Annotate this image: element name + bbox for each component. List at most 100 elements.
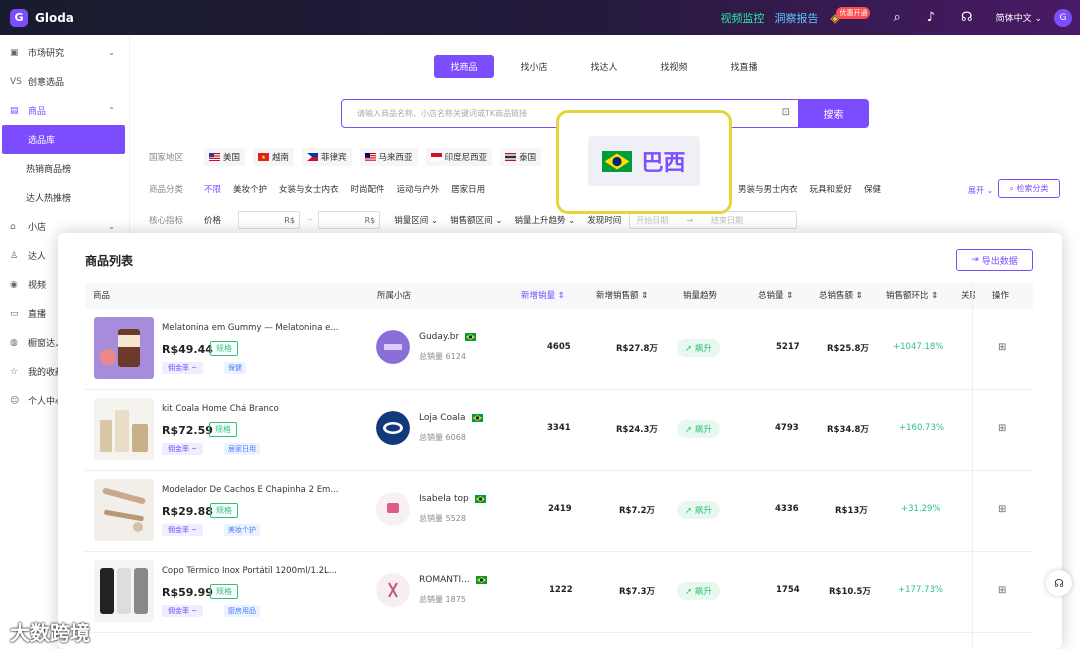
table-row[interactable]: kit Coala Home Chá Branco R$72.59 规格 佣金率…: [85, 390, 1033, 471]
shop-logo[interactable]: [376, 330, 410, 364]
shop-logo[interactable]: [376, 573, 410, 607]
category-home[interactable]: 居家日用: [451, 180, 485, 198]
commission-tag: 佣金率 ~: [162, 524, 204, 536]
category-fashion-accessories[interactable]: 时尚配件: [351, 180, 385, 198]
col-new-revenue[interactable]: 新增销售额 ⇕: [596, 283, 648, 309]
product-image[interactable]: [94, 317, 154, 379]
product-name[interactable]: Copo Térmico Inox Portátil 1200ml/1.2L..…: [162, 566, 362, 576]
spec-button[interactable]: 规格: [210, 503, 238, 518]
sales-trend-badge: ➚ 飙升: [677, 420, 720, 438]
revenue-ring: +177.73%: [898, 585, 943, 595]
country-us[interactable]: 美国: [204, 148, 246, 166]
user-icon: ♙: [10, 250, 19, 261]
expand-categories-button[interactable]: 展开 ⌄: [968, 185, 993, 196]
detail-icon[interactable]: ⊞: [998, 504, 1006, 515]
category-all[interactable]: 不限: [204, 180, 221, 198]
headset-icon[interactable]: ☊: [961, 10, 973, 25]
country-filter-label: 国家地区: [149, 153, 184, 163]
detail-icon[interactable]: ⊞: [998, 585, 1006, 596]
product-list-card: 商品列表 ⇥ 导出数据 商品 所属小店 新增销量 ⇕ 新增销售额 ⇕ 销量趋势 …: [58, 233, 1062, 649]
shop-name[interactable]: Guday.br: [419, 332, 477, 342]
trend-up-icon: ➚: [685, 425, 695, 435]
table-row[interactable]: Modelador De Cachos E Chapinha 2 Em... R…: [85, 471, 1033, 552]
tiktok-icon[interactable]: ♪: [927, 10, 935, 25]
spec-button[interactable]: 规格: [210, 341, 238, 356]
tab-find-shop[interactable]: 找小店: [504, 55, 564, 78]
watermark: 大数跨境: [10, 621, 90, 645]
col-total-revenue[interactable]: 总销售额 ⇕: [819, 283, 863, 309]
product-image[interactable]: [94, 398, 154, 460]
col-revenue-ring[interactable]: 销售额环比 ⇕: [886, 283, 938, 309]
country-my[interactable]: 马来西亚: [359, 148, 418, 166]
country-ph[interactable]: 菲律宾: [302, 148, 352, 166]
shop-logo[interactable]: [376, 492, 410, 526]
product-image[interactable]: [94, 479, 154, 541]
sidebar-item-product[interactable]: ▤ 商品 ⌃: [0, 96, 129, 125]
category-health[interactable]: 保健: [864, 180, 881, 198]
sidebar-item-market-research[interactable]: ▣ 市场研究 ⌄: [0, 38, 129, 67]
detail-icon[interactable]: ⊞: [998, 423, 1006, 434]
sidebar-item-product-library[interactable]: 选品库: [2, 125, 125, 154]
price-max-input[interactable]: R$: [318, 211, 381, 229]
country-brazil-chip[interactable]: 巴西: [588, 136, 700, 186]
country-id[interactable]: 印度尼西亚: [425, 148, 493, 166]
category-sports-outdoor[interactable]: 运动与户外: [397, 180, 440, 198]
col-shop: 所属小店: [377, 291, 412, 301]
promo-button[interactable]: ◈ 优惠开通: [830, 6, 871, 28]
table-row[interactable]: Melatonina em Gummy — Melatonina e... R$…: [85, 309, 1033, 390]
logo-text: Gloda: [35, 10, 74, 25]
th-flag-icon: [505, 153, 517, 161]
shop-logo[interactable]: [376, 411, 410, 445]
avatar[interactable]: G: [1054, 8, 1072, 27]
category-beauty[interactable]: 美妆个护: [233, 180, 267, 198]
category-tag: 美妆个护: [224, 524, 260, 536]
video-icon: ◉: [10, 279, 18, 290]
search-category-button[interactable]: ⌕ 检索分类: [998, 179, 1060, 198]
search-button[interactable]: 搜索: [798, 99, 869, 128]
shop-name[interactable]: Isabela top: [419, 494, 486, 504]
category-filter-label: 商品分类: [149, 185, 184, 195]
brazil-flag-icon: [465, 332, 477, 341]
category-toys[interactable]: 玩具和爱好: [810, 180, 853, 198]
country-th[interactable]: 泰国: [500, 148, 542, 166]
sidebar-item-creative[interactable]: VS 创意选品: [0, 67, 129, 96]
revenue-range-select[interactable]: 销售额区间 ⌄: [450, 211, 502, 229]
table-row[interactable]: Copo Térmico Inox Portátil 1200ml/1.2L..…: [85, 552, 1033, 633]
video-monitor-link[interactable]: 视频监控: [720, 10, 764, 26]
tab-find-live[interactable]: 找直播: [714, 55, 774, 78]
category-filter: 商品分类 不限 美妆个护 女装与女士内衣 时尚配件 运动与户外 居家日用: [149, 180, 497, 198]
product-name[interactable]: Modelador De Cachos E Chapinha 2 Em...: [162, 485, 362, 495]
product-name[interactable]: kit Coala Home Chá Branco: [162, 404, 362, 414]
new-revenue: R$27.8万: [616, 344, 658, 354]
country-vn[interactable]: 越南: [253, 148, 295, 166]
shop-name[interactable]: Loja Coala: [419, 413, 483, 423]
spec-button[interactable]: 规格: [209, 422, 237, 437]
customer-service-icon[interactable]: ☊: [1046, 570, 1072, 596]
detail-icon[interactable]: ⊞: [998, 342, 1006, 353]
export-data-button[interactable]: ⇥ 导出数据: [956, 249, 1033, 271]
category-womens-wear[interactable]: 女装与女士内衣: [279, 180, 339, 198]
price-min-input[interactable]: R$: [238, 211, 301, 229]
col-new-sales[interactable]: 新增销量 ⇕: [521, 283, 565, 309]
tab-find-video[interactable]: 找视频: [644, 55, 704, 78]
spec-button[interactable]: 规格: [210, 584, 238, 599]
product-name[interactable]: Melatonina em Gummy — Melatonina e...: [162, 323, 362, 333]
tab-find-influencer[interactable]: 找达人: [574, 55, 634, 78]
image-search-icon[interactable]: ⊡: [782, 107, 790, 118]
insight-report-link[interactable]: 洞察报告: [774, 10, 818, 26]
sidebar-item-influencer-products[interactable]: 达人热推榜: [0, 183, 129, 212]
product-image[interactable]: [94, 560, 154, 622]
logo[interactable]: G Gloda: [10, 8, 74, 27]
language-select[interactable]: 简体中文 ⌄: [996, 11, 1042, 24]
shop-name[interactable]: ROMANTI...: [419, 575, 487, 585]
logo-icon: G: [10, 8, 28, 27]
brazil-label: 巴西: [641, 151, 686, 176]
sidebar-item-hot-products[interactable]: 热销商品榜: [0, 154, 129, 183]
tab-find-product[interactable]: 找商品: [434, 55, 494, 78]
search-icon[interactable]: ⌕: [893, 10, 900, 25]
sales-range-select[interactable]: 销量区间 ⌄: [394, 211, 438, 229]
total-revenue: R$34.8万: [827, 425, 869, 435]
vn-flag-icon: [258, 153, 270, 161]
col-total-sales[interactable]: 总销量 ⇕: [758, 283, 793, 309]
category-mens-wear[interactable]: 男装与男士内衣: [738, 180, 798, 198]
